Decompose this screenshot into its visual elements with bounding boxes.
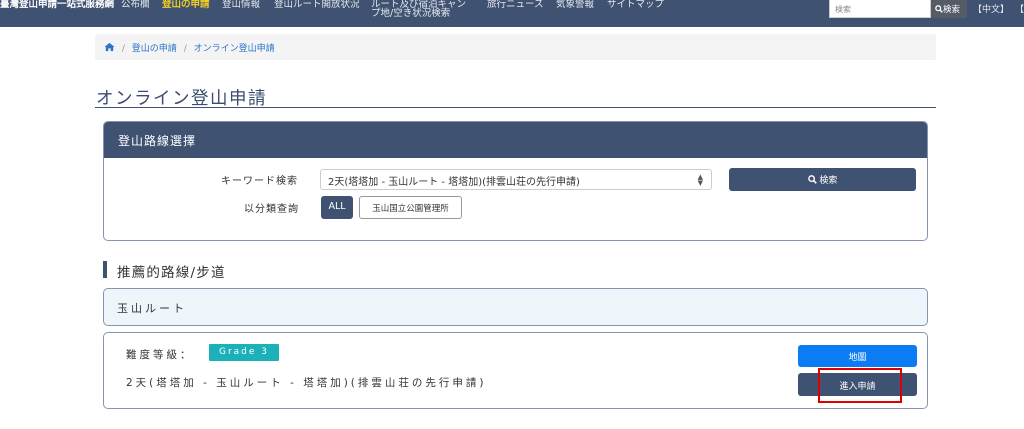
category-all-button[interactable]: ALL xyxy=(321,196,353,219)
map-button[interactable]: 地圖 xyxy=(798,345,917,367)
route-search-button-label: 検索 xyxy=(819,176,838,186)
nav-item-weather[interactable]: 気象警報 xyxy=(556,0,594,10)
top-navbar: 臺灣登山申請一站式服務網 公布欄 登山の申請 登山情報 登山ルート開放状況 ルー… xyxy=(0,0,1024,27)
route-search-button[interactable]: 検索 xyxy=(729,168,916,191)
route-group-header: 玉山ルート xyxy=(103,288,928,326)
route-select-value: 2天(塔塔加 - 玉山ルート - 塔塔加)(排雲山荘の先行申請) xyxy=(328,177,580,188)
breadcrumb-separator: / xyxy=(183,44,187,54)
nav-item-apply[interactable]: 登山の申請 xyxy=(162,0,210,10)
lang-switch-next[interactable]: 【 xyxy=(1015,2,1024,15)
difficulty-label: 難度等級： xyxy=(126,349,194,361)
route-name: 2天(塔塔加 - 玉山ルート - 塔塔加)(排雲山荘の先行申請) xyxy=(126,377,487,389)
enter-application-button[interactable]: 進入申請 xyxy=(798,373,917,396)
nav-search-button-label: 検索 xyxy=(943,5,961,15)
title-divider xyxy=(95,107,936,108)
keyword-search-label: キーワード検索 xyxy=(221,176,298,187)
category-yushan-button[interactable]: 玉山国立公園管理所 xyxy=(359,196,462,219)
route-select-dropdown[interactable]: 2天(塔塔加 - 玉山ルート - 塔塔加)(排雲山荘の先行申請) ▲ ▼ xyxy=(320,169,712,190)
section-accent-bar xyxy=(103,261,107,278)
nav-search-input[interactable]: 検索 xyxy=(829,0,931,18)
lang-switch-chinese[interactable]: 【中文】 xyxy=(973,2,1009,15)
nav-item-news[interactable]: 旅行ニュース xyxy=(487,0,544,10)
nav-item-route-search-line2: プ地/空き状況検索 xyxy=(371,8,451,19)
search-icon xyxy=(935,5,943,13)
nav-item-info[interactable]: 登山情報 xyxy=(222,0,260,10)
site-brand[interactable]: 臺灣登山申請一站式服務網 xyxy=(0,0,114,10)
nav-search-button[interactable]: 検索 xyxy=(931,0,967,18)
nav-item-sitemap[interactable]: サイトマップ xyxy=(607,0,664,10)
breadcrumb-separator: / xyxy=(121,44,125,54)
nav-item-bulletin[interactable]: 公布欄 xyxy=(121,0,150,10)
route-selection-header: 登山路線選擇 xyxy=(104,122,927,158)
route-card: 難度等級： Grade 3 2天(塔塔加 - 玉山ルート - 塔塔加)(排雲山荘… xyxy=(103,332,928,409)
search-icon xyxy=(807,175,817,184)
recommended-section-title: 推薦的路線/步道 xyxy=(117,265,226,281)
select-caret-icon: ▲ ▼ xyxy=(697,173,703,187)
breadcrumb-item-apply[interactable]: 登山の申請 xyxy=(132,44,177,54)
nav-item-route-status[interactable]: 登山ルート開放状況 xyxy=(274,0,360,10)
breadcrumb: / 登山の申請 / オンライン登山申請 xyxy=(95,34,936,60)
breadcrumb-item-online-apply[interactable]: オンライン登山申請 xyxy=(194,44,275,54)
category-filter-label: 以分類查詢 xyxy=(244,204,299,215)
grade-badge: Grade 3 xyxy=(209,344,279,361)
home-icon[interactable] xyxy=(104,42,115,52)
route-selection-panel: 登山路線選擇 キーワード検索 2天(塔塔加 - 玉山ルート - 塔塔加)(排雲山… xyxy=(103,121,928,241)
nav-item-route-search[interactable]: ルート及び宿泊キャン プ地/空き状況検索 xyxy=(371,0,466,18)
